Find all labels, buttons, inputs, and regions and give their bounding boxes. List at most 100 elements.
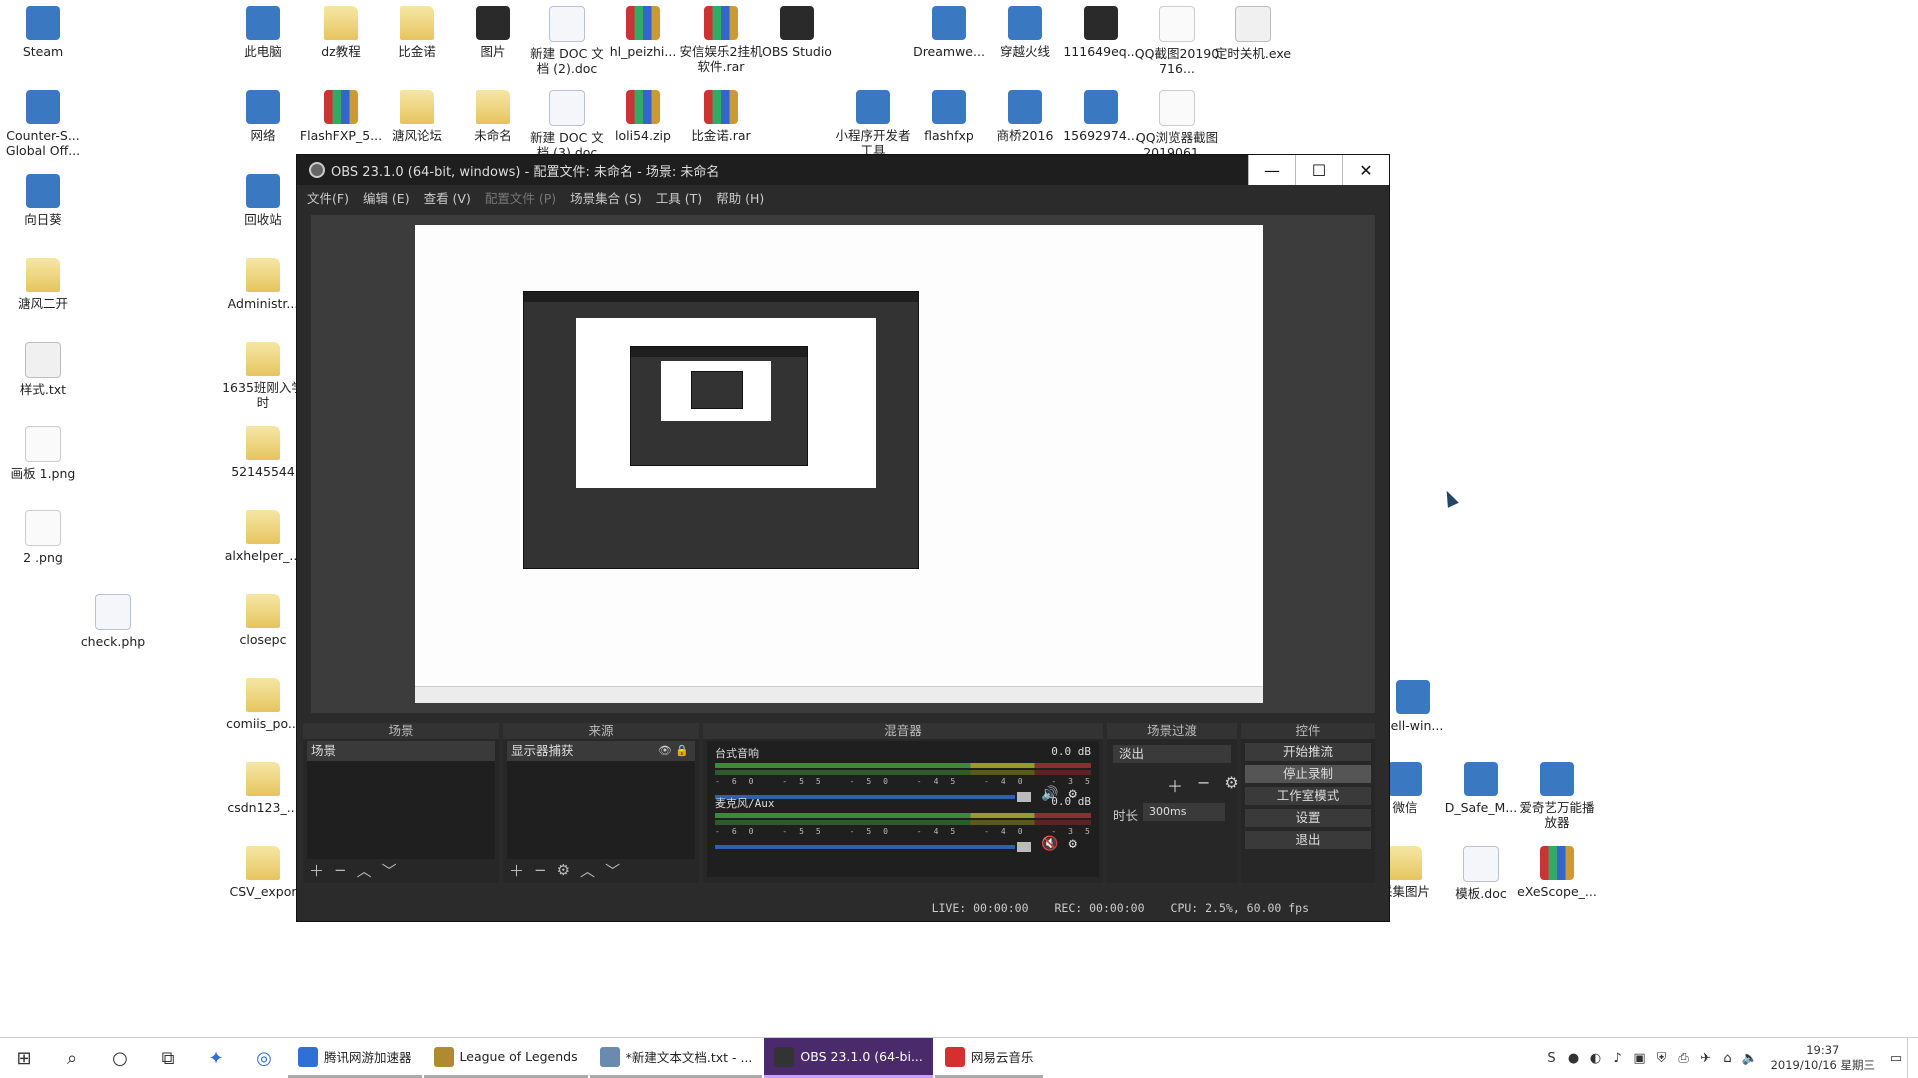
minimize-button[interactable]: — — [1248, 155, 1295, 185]
gear-icon[interactable]: ⚙ — [1068, 836, 1076, 852]
desktop-icon[interactable]: 定时关机.exe — [1210, 6, 1296, 61]
desktop-icon[interactable]: 向日葵 — [0, 174, 86, 227]
tray-app-icon[interactable]: ▣ — [1629, 1051, 1651, 1066]
scenes-list[interactable]: 场景 — [307, 741, 495, 859]
desktop-icon[interactable]: dz教程 — [298, 6, 384, 59]
desktop-icon[interactable]: 样式.txt — [0, 342, 86, 397]
taskbar-task[interactable]: League of Legends — [423, 1038, 588, 1078]
show-desktop-button[interactable] — [1907, 1038, 1918, 1078]
microphone-icon[interactable]: ♪ — [1607, 1051, 1629, 1066]
gear-icon[interactable]: ⚙ — [557, 861, 570, 879]
desktop-icon[interactable]: 新建 DOC 文档 (3).doc — [524, 90, 610, 160]
menu-item[interactable]: 场景集合 (S) — [570, 188, 642, 207]
desktop-icon[interactable]: flashfxp — [906, 90, 992, 143]
desktop-icon[interactable]: 52145544 — [220, 426, 306, 479]
control-button[interactable]: 停止录制 — [1245, 765, 1371, 783]
control-button[interactable]: 退出 — [1245, 831, 1371, 849]
desktop-icon[interactable]: FlashFXP_5... — [298, 90, 384, 143]
desktop-icon[interactable]: Administr... — [220, 258, 306, 311]
transition-select[interactable]: 淡出 — [1113, 745, 1231, 763]
desktop-icon[interactable]: 此电脑 — [220, 6, 306, 59]
preview-canvas[interactable] — [415, 225, 1263, 703]
desktop-icon[interactable]: 安信娱乐2挂机软件.rar — [678, 6, 764, 74]
desktop-icon[interactable]: 1635班刚入学时 — [220, 342, 306, 410]
move-down-icon[interactable]: ﹀ — [382, 860, 397, 881]
gear-icon[interactable]: ⚙ — [1224, 773, 1238, 797]
remove-source-button[interactable]: − — [534, 861, 547, 879]
desktop-icon[interactable]: 穿越火线 — [982, 6, 1068, 59]
desktop-icon[interactable]: 爱奇艺万能播放器 — [1514, 762, 1600, 830]
task-view-icon[interactable]: ⧉ — [144, 1038, 192, 1078]
desktop-icon[interactable]: loli54.zip — [600, 90, 686, 143]
control-button[interactable]: 设置 — [1245, 809, 1371, 827]
control-button[interactable]: 开始推流 — [1245, 743, 1371, 761]
list-item[interactable]: 场景 — [307, 741, 495, 761]
network-icon[interactable]: ⌂ — [1717, 1051, 1739, 1066]
desktop-icon[interactable]: 网络 — [220, 90, 306, 143]
obs-window[interactable]: OBS 23.1.0 (64-bit, windows) - 配置文件: 未命名… — [296, 154, 1390, 922]
volume-icon[interactable]: 🔈 — [1739, 1051, 1761, 1066]
menu-item[interactable]: 文件(F) — [307, 188, 349, 207]
tray-app-icon[interactable]: ● — [1563, 1051, 1585, 1066]
desktop-icon[interactable]: Dreamwe... — [906, 6, 992, 59]
taskbar-task[interactable]: 腾讯网游加速器 — [288, 1038, 422, 1078]
desktop-icon[interactable]: 回收站 — [220, 174, 306, 227]
desktop-icon[interactable]: 2 .png — [0, 510, 86, 565]
desktop-icon[interactable]: 溏风论坛 — [374, 90, 460, 143]
desktop-icon[interactable]: Steam — [0, 6, 86, 59]
desktop-icon[interactable]: 111649eq... — [1058, 6, 1144, 59]
pinned-tool-icon[interactable]: ✦ — [192, 1038, 240, 1078]
maximize-button[interactable]: ☐ — [1295, 155, 1342, 185]
sources-list[interactable]: 显示器捕获 👁 🔒 — [507, 741, 695, 859]
move-up-icon[interactable]: ︿ — [357, 860, 372, 881]
cortana-icon[interactable]: ○ — [96, 1038, 144, 1078]
control-button[interactable]: 工作室模式 — [1245, 787, 1371, 805]
volume-slider[interactable] — [715, 842, 1031, 852]
menu-item[interactable]: 编辑 (E) — [363, 188, 410, 207]
desktop-icon[interactable]: OBS Studio — [754, 6, 840, 59]
add-scene-button[interactable]: ＋ — [309, 860, 324, 881]
clock[interactable]: 19:37 2019/10/16 星期三 — [1771, 1043, 1875, 1073]
obs-titlebar[interactable]: OBS 23.1.0 (64-bit, windows) - 配置文件: 未命名… — [297, 155, 1389, 185]
move-down-icon[interactable]: ﹀ — [605, 860, 620, 881]
desktop-icon[interactable]: check.php — [70, 594, 156, 649]
desktop-icon[interactable]: QQ截图20190716... — [1134, 6, 1220, 76]
list-item[interactable]: 显示器捕获 👁 🔒 — [507, 741, 695, 761]
desktop-icon[interactable]: 画板 1.png — [0, 426, 86, 481]
search-icon[interactable]: ⌕ — [48, 1038, 96, 1078]
desktop-icon[interactable]: alxhelper_... — [220, 510, 306, 563]
tray-app-icon[interactable]: ✈ — [1695, 1051, 1717, 1066]
menu-item[interactable]: 帮助 (H) — [716, 188, 764, 207]
desktop-icon[interactable]: closepc — [220, 594, 306, 647]
menu-item[interactable]: 查看 (V) — [424, 188, 471, 207]
visibility-eye-icon[interactable]: 👁 🔒 — [658, 743, 689, 759]
add-source-button[interactable]: ＋ — [509, 860, 524, 881]
desktop-icon[interactable]: Counter-S... Global Off... — [0, 90, 86, 158]
desktop-icon[interactable]: CSV_expor — [220, 846, 306, 899]
taskbar-task[interactable]: OBS 23.1.0 (64-bi... — [764, 1038, 933, 1078]
printer-icon[interactable]: ⎙ — [1673, 1051, 1695, 1066]
menu-item[interactable]: 工具 (T) — [656, 188, 702, 207]
desktop-icon[interactable]: 商桥2016 — [982, 90, 1068, 143]
taskbar-task[interactable]: *新建文本文档.txt - ... — [589, 1038, 763, 1078]
desktop-icon[interactable]: comiis_po... — [220, 678, 306, 731]
move-up-icon[interactable]: ︿ — [580, 860, 595, 881]
desktop-icon[interactable]: QQ浏览器截图2019061... — [1134, 90, 1220, 160]
tray-app-icon[interactable]: ◐ — [1585, 1051, 1607, 1066]
desktop-icon[interactable]: 比金诺 — [374, 6, 460, 59]
muted-speaker-icon[interactable]: 🔇 — [1041, 836, 1058, 852]
desktop-icon[interactable]: csdn123_... — [220, 762, 306, 815]
desktop-icon[interactable]: eXeScope_... — [1514, 846, 1600, 899]
ime-icon[interactable]: S — [1541, 1051, 1563, 1066]
desktop-icon[interactable]: 15692974... — [1058, 90, 1144, 143]
desktop-icon[interactable]: 模板.doc — [1438, 846, 1524, 901]
preview-area[interactable] — [311, 215, 1375, 713]
shield-icon[interactable]: ⛨ — [1651, 1051, 1673, 1066]
desktop-icon[interactable]: 比金诺.rar — [678, 90, 764, 143]
remove-scene-button[interactable]: − — [334, 861, 347, 879]
remove-transition-button[interactable]: − — [1197, 773, 1210, 797]
desktop-icon[interactable]: 溏风二开 — [0, 258, 86, 311]
desktop-icon[interactable]: D_Safe_M... — [1438, 762, 1524, 815]
windows-start-icon[interactable]: ⊞ — [0, 1038, 48, 1078]
notification-icon[interactable]: ▭ — [1885, 1051, 1907, 1066]
